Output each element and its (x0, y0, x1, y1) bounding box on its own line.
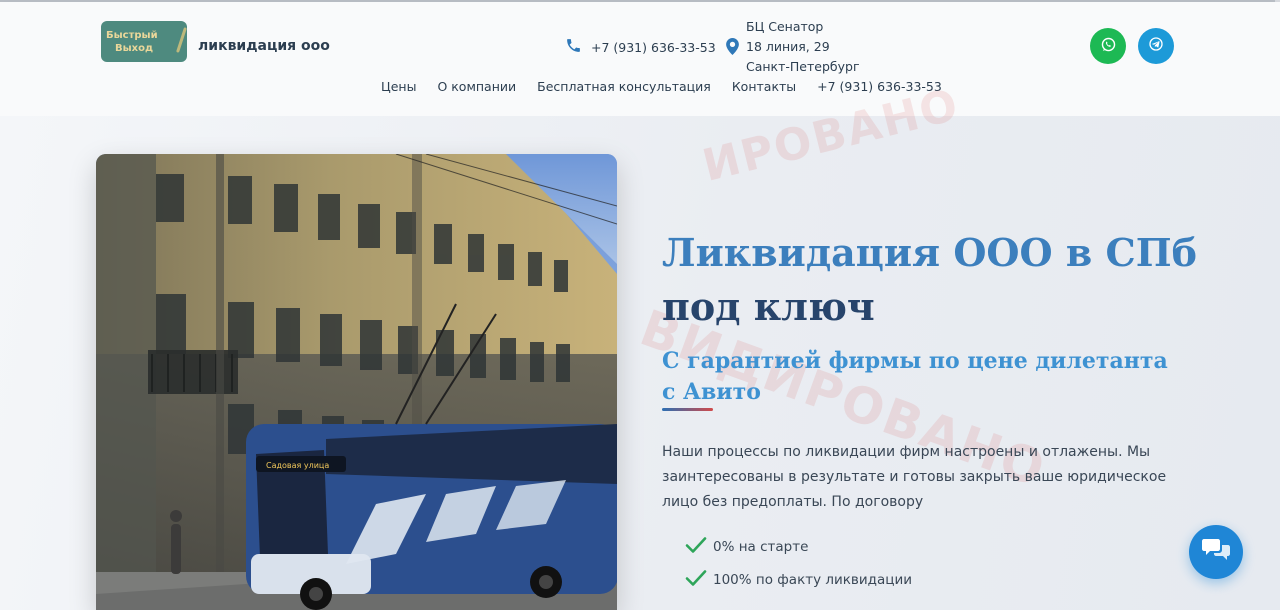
phone-icon (565, 37, 582, 58)
hero-title-tail: под ключ (662, 284, 875, 329)
whatsapp-icon (1100, 36, 1117, 57)
nav-free-consultation[interactable]: Бесплатная консультация (537, 79, 711, 94)
checklist-item-text: 0% на старте (713, 539, 809, 555)
check-icon (685, 569, 707, 591)
telegram-icon (1148, 36, 1164, 56)
chat-widget-button[interactable] (1189, 525, 1243, 579)
hero-subtitle: С гарантией фирмы по цене дилетанта с Ав… (662, 348, 1168, 405)
check-icon (685, 536, 707, 558)
whatsapp-button[interactable] (1090, 28, 1126, 64)
checklist-item: 0% на старте (685, 536, 808, 558)
header-phone-number[interactable]: +7 (931) 636-33-53 (591, 40, 716, 55)
subtitle-underline (662, 408, 713, 411)
address-line-building: БЦ Сенатор (746, 19, 824, 34)
telegram-button[interactable] (1138, 28, 1174, 64)
hero-title: Ликвидация ООО в СПб под ключ (662, 226, 1202, 334)
chat-bubbles-icon (1201, 537, 1231, 567)
nav-contacts[interactable]: Контакты (732, 79, 796, 94)
brand-name: ликвидация ооо (198, 38, 330, 54)
address-line-street: 18 линия, 29 (746, 39, 830, 54)
checklist-item-text: 100% по факту ликвидации (713, 572, 913, 588)
hero-description: Наши процессы по ликвидации фирм настрое… (662, 444, 1167, 510)
checklist-item: 100% по факту ликвидации (685, 569, 912, 591)
nav-about[interactable]: О компании (437, 79, 516, 94)
logo-text-line1: Быстрый (106, 30, 158, 41)
hero-photo: Садовая улица (96, 154, 617, 610)
hero-photo-street-trolleybus: Садовая улица (96, 154, 617, 610)
main-nav: Цены О компании Бесплатная консультация … (381, 79, 963, 94)
hero-title-main: Ликвидация ООО в СПб (662, 230, 1197, 275)
site-logo[interactable]: Быстрый Выход (101, 21, 187, 62)
trolleybus-destination-sign: Садовая улица (266, 461, 329, 470)
header-phone[interactable]: +7 (931) 636-33-53 (565, 37, 716, 58)
site-header: Быстрый Выход ликвидация ооо +7 (931) 63… (0, 2, 1280, 116)
map-pin-icon (726, 38, 739, 59)
logo-text-line2: Выход (115, 43, 154, 54)
nav-prices[interactable]: Цены (381, 79, 416, 94)
address-line-city: Санкт-Петербург (746, 59, 860, 74)
